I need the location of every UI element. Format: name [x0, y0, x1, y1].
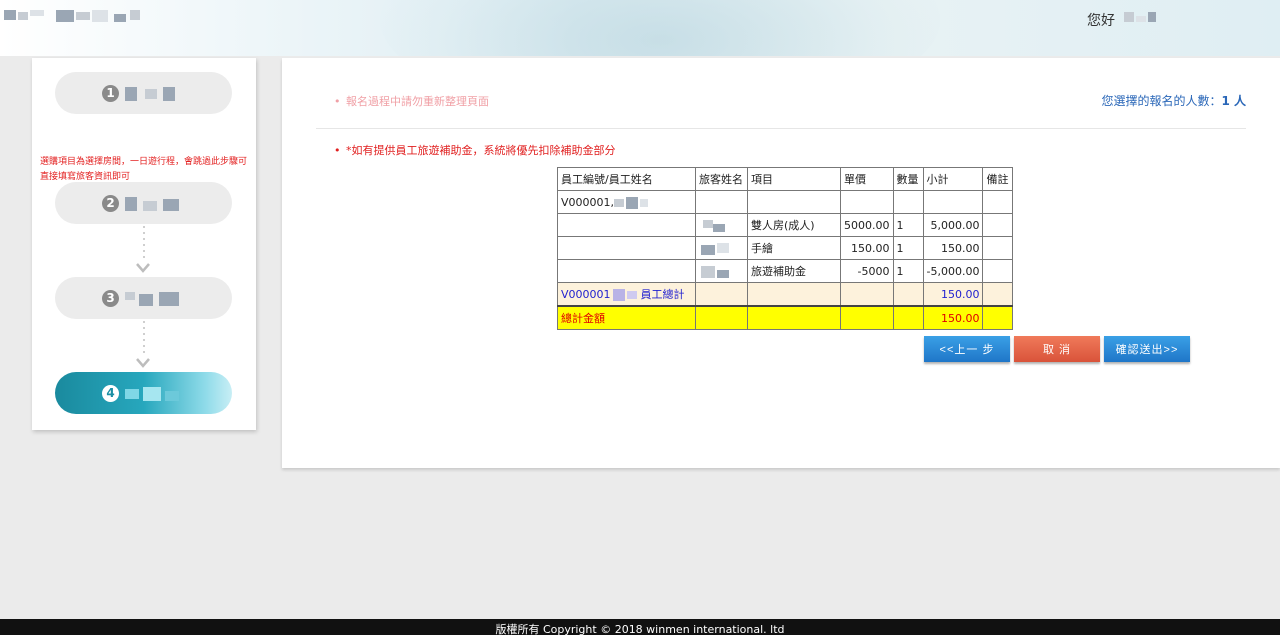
chevron-down-icon — [136, 263, 150, 273]
cancel-button[interactable]: 取 消 — [1014, 336, 1100, 362]
table-row: V000001, — [557, 190, 1014, 214]
step-2: 2 — [55, 182, 232, 224]
step-connector-dots — [143, 226, 145, 258]
footer-copyright: 版權所有 Copyright © 2018 winmen internation… — [0, 619, 1280, 635]
divider — [316, 128, 1246, 129]
step-label-redacted — [125, 87, 185, 101]
step-label-redacted — [125, 387, 185, 401]
site-logo[interactable] — [4, 8, 144, 28]
header-globe-graphic — [380, 0, 940, 56]
col-item: 項目 — [747, 167, 841, 191]
user-greeting: 您好 — [1087, 13, 1115, 29]
step-number: 3 — [102, 290, 119, 307]
table-row: 雙人房(成人) 5000.00 1 5,000.00 — [557, 213, 1014, 237]
traveler-name-redacted — [699, 219, 735, 232]
step-1: 1 — [55, 72, 232, 114]
grand-total-row: 總計金額 150.00 — [557, 305, 1014, 330]
col-qty: 數量 — [892, 167, 924, 191]
col-employee: 員工編號/員工姓名 — [557, 167, 696, 191]
steps-panel: 1 選購項目為選擇房間，一日遊行程，會跳過此步驟可 直接填寫旅客資訊即可 2 3 — [32, 58, 256, 430]
employee-name-redacted — [614, 196, 650, 209]
col-price: 單價 — [840, 167, 894, 191]
step-3: 3 — [55, 277, 232, 319]
table-header-row: 員工編號/員工姓名 旅客姓名 項目 單價 數量 小計 備註 — [557, 167, 1014, 191]
confirm-submit-button[interactable]: 確認送出>> — [1104, 336, 1190, 362]
traveler-name-redacted — [699, 242, 735, 255]
order-summary-table: 員工編號/員工姓名 旅客姓名 項目 單價 數量 小計 備註 V000001, 雙… — [557, 167, 1014, 330]
user-name-redacted — [1120, 10, 1160, 26]
step-label-redacted — [125, 292, 185, 306]
subsidy-notice: • *如有提供員工旅遊補助金，系統將優先扣除補助金部分 — [334, 144, 616, 157]
step-number: 1 — [102, 85, 119, 102]
table-row: 手繪 150.00 1 150.00 — [557, 236, 1014, 260]
col-subtotal: 小計 — [922, 167, 984, 191]
traveler-name-redacted — [699, 265, 735, 278]
selected-count: 您選擇的報名的人數：1 人 — [1101, 94, 1246, 108]
step-number: 4 — [102, 385, 119, 402]
step-number: 2 — [102, 195, 119, 212]
col-traveler: 旅客姓名 — [695, 167, 748, 191]
main-content: • 報名過程中請勿重新整理頁面 您選擇的報名的人數：1 人 • *如有提供員工旅遊補… — [282, 58, 1280, 468]
previous-step-button[interactable]: <<上一 步 — [924, 336, 1010, 362]
step-connector-dots — [143, 321, 145, 353]
refresh-warning: • 報名過程中請勿重新整理頁面 — [334, 95, 489, 108]
step-4-active: 4 — [55, 372, 232, 414]
col-remark: 備註 — [982, 167, 1014, 191]
employee-total-row: V000001 員工總計 150.00 — [557, 282, 1014, 307]
step-note: 選購項目為選擇房間，一日遊行程，會跳過此步驟可 直接填寫旅客資訊即可 — [40, 157, 248, 182]
table-row: 旅遊補助金 -5000 1 -5,000.00 — [557, 259, 1014, 283]
top-header: 您好 — [0, 0, 1280, 56]
step-label-redacted — [125, 197, 185, 211]
employee-name-redacted — [611, 289, 641, 301]
chevron-down-icon — [136, 358, 150, 368]
